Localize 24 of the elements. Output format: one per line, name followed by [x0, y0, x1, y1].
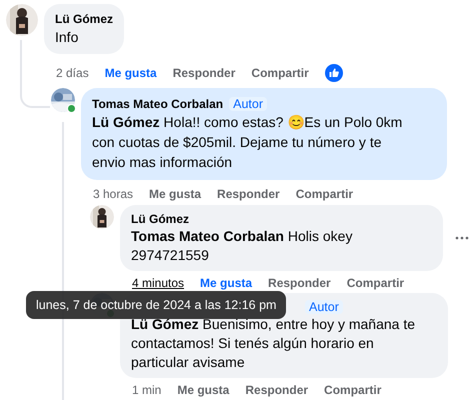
like-link[interactable]: Me gusta	[149, 187, 202, 201]
comment-time-link[interactable]: 1 min	[132, 382, 162, 396]
commenter-name[interactable]: Lü Gómez	[131, 212, 190, 226]
author-badge: Autor	[229, 97, 268, 111]
comment-time-link[interactable]: 2 días	[56, 66, 89, 80]
reply-link[interactable]: Responder	[172, 66, 236, 80]
author-badge: Autor	[305, 300, 343, 314]
reply-link[interactable]: Responder	[245, 382, 308, 396]
comment-text: Lü Gómez Hola!! como estas? 😊Es un Polo 0km con cuotas de $205mil. Dejame tu número y te envio mas información	[92, 113, 404, 172]
comment-text: Info	[55, 28, 80, 47]
like-link[interactable]: Me gusta	[177, 382, 230, 396]
share-link[interactable]: Compartir	[324, 382, 382, 396]
commenter-name[interactable]: Tomas Mateo Corbalan	[92, 97, 224, 111]
share-link[interactable]: Compartir	[251, 66, 309, 80]
comment-text: Tomas Mateo Corbalan Holis okey 2974721559	[131, 227, 354, 265]
commenter-name[interactable]: Lü Gómez	[55, 12, 114, 26]
comment-time-link[interactable]: 4 minutos	[132, 276, 184, 290]
reply-link[interactable]: Responder	[268, 276, 331, 290]
share-link[interactable]: Compartir	[346, 276, 404, 290]
like-link[interactable]: Me gusta	[200, 276, 252, 290]
comment-time-link[interactable]: 3 horas	[93, 187, 134, 201]
reply-link[interactable]: Responder	[217, 187, 280, 201]
like-link[interactable]: Me gusta	[104, 66, 157, 80]
share-link[interactable]: Compartir	[296, 187, 354, 201]
